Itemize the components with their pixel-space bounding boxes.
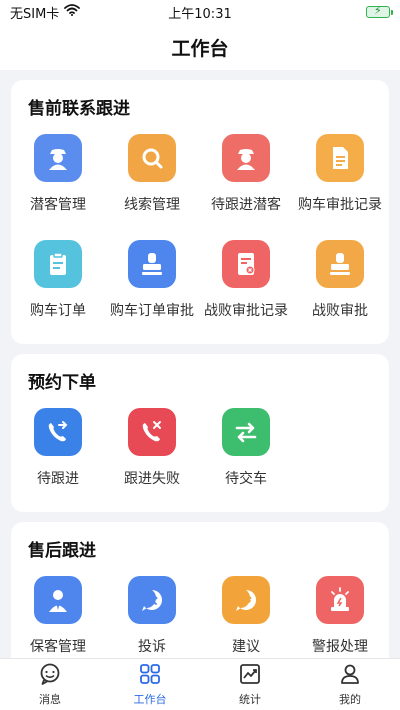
section-title: 售后跟进 bbox=[28, 541, 96, 561]
grid-item-purchase-order-approval[interactable]: 购车订单审批 bbox=[105, 240, 199, 330]
tab-messages[interactable]: 消息 bbox=[0, 659, 100, 710]
stamp-icon bbox=[316, 240, 364, 288]
grid-item-label: 购车审批记录 bbox=[298, 197, 382, 213]
grid-item-label: 投诉 bbox=[138, 639, 166, 655]
section-card-appointment: 预约下单 待跟进 跟进失败 待交车 bbox=[11, 354, 389, 512]
tab-mine[interactable]: 我的 bbox=[300, 659, 400, 710]
grid-item-label: 保客管理 bbox=[30, 639, 86, 655]
grid-item-defeat-approval[interactable]: 战败审批 bbox=[293, 240, 387, 330]
document-icon bbox=[316, 134, 364, 182]
user-hat-icon bbox=[222, 134, 270, 182]
frown-bubble-icon bbox=[128, 576, 176, 624]
grid-item-pending-delivery[interactable]: 待交车 bbox=[199, 408, 293, 498]
status-bar: 无SIM卡 上午10:31 ⚡ bbox=[0, 0, 400, 24]
status-right: ⚡ bbox=[250, 4, 393, 18]
clipboard-icon bbox=[34, 240, 82, 288]
section-card-presale: 售前联系跟进 潜客管理 线索管理 待跟进潜客 购车审批记录 购车订单 购车订单审… bbox=[11, 80, 389, 344]
trend-chart-icon bbox=[238, 662, 262, 691]
tab-label: 消息 bbox=[39, 693, 61, 706]
tab-statistics[interactable]: 统计 bbox=[200, 659, 300, 710]
person-icon bbox=[338, 662, 362, 691]
battery-charging-icon: ⚡ bbox=[366, 4, 393, 18]
page-title: 工作台 bbox=[171, 37, 229, 60]
section-card-aftersale: 售后跟进 保客管理 投诉 建议 警报处理 bbox=[11, 522, 389, 658]
tab-workbench[interactable]: 工作台 bbox=[100, 659, 200, 710]
chat-icon bbox=[38, 662, 62, 691]
grid-item-label: 待交车 bbox=[225, 471, 267, 487]
nav-bar: 工作台 bbox=[0, 24, 400, 70]
workbench-content[interactable]: 售前联系跟进 潜客管理 线索管理 待跟进潜客 购车审批记录 购车订单 购车订单审… bbox=[0, 70, 400, 658]
grid-item-pending-potential[interactable]: 待跟进潜客 bbox=[199, 134, 293, 224]
tab-label: 工作台 bbox=[133, 693, 167, 706]
grid-item-complaints[interactable]: 投诉 bbox=[105, 576, 199, 658]
user-hat-icon bbox=[34, 134, 82, 182]
grid-item-label: 战败审批记录 bbox=[204, 303, 288, 319]
status-left: 无SIM卡 bbox=[10, 3, 150, 22]
grid-item-label: 购车订单 bbox=[30, 303, 86, 319]
stamp-icon bbox=[128, 240, 176, 288]
tab-bar: 消息 工作台 统计 我的 bbox=[0, 658, 400, 710]
status-time: 上午10:31 bbox=[168, 6, 232, 22]
grid-item-label: 建议 bbox=[232, 639, 260, 655]
carrier-text: 无SIM卡 bbox=[10, 6, 60, 22]
grid-item-label: 待跟进 bbox=[37, 471, 79, 487]
grid-item-potential-customers[interactable]: 潜客管理 bbox=[11, 134, 105, 224]
phone-x-icon bbox=[128, 408, 176, 456]
grid-item-label: 待跟进潜客 bbox=[211, 197, 281, 213]
smile-bubble-icon bbox=[222, 576, 270, 624]
user-tie-icon bbox=[34, 576, 82, 624]
grid-item-label: 警报处理 bbox=[312, 639, 368, 655]
alarm-icon bbox=[316, 576, 364, 624]
grid-item-pending-followup[interactable]: 待跟进 bbox=[11, 408, 105, 498]
grid-item-label: 线索管理 bbox=[124, 197, 180, 213]
swap-arrows-icon bbox=[222, 408, 270, 456]
tab-label: 我的 bbox=[339, 693, 361, 706]
section-title: 预约下单 bbox=[28, 373, 96, 393]
grid-item-label: 跟进失败 bbox=[124, 471, 180, 487]
grid-item-leads[interactable]: 线索管理 bbox=[105, 134, 199, 224]
grid-item-purchase-approval-records[interactable]: 购车审批记录 bbox=[293, 134, 387, 224]
grid-item-retained-customers[interactable]: 保客管理 bbox=[11, 576, 105, 658]
grid-item-label: 战败审批 bbox=[312, 303, 368, 319]
phone-forward-icon bbox=[34, 408, 82, 456]
document-x-icon bbox=[222, 240, 270, 288]
grid-item-suggestions[interactable]: 建议 bbox=[199, 576, 293, 658]
section-title: 售前联系跟进 bbox=[28, 99, 130, 119]
grid-item-alarm-handling[interactable]: 警报处理 bbox=[293, 576, 387, 658]
grid-item-label: 购车订单审批 bbox=[110, 303, 194, 319]
grid-item-purchase-orders[interactable]: 购车订单 bbox=[11, 240, 105, 330]
magnifier-icon bbox=[128, 134, 176, 182]
grid-icon bbox=[138, 662, 162, 691]
tab-label: 统计 bbox=[239, 693, 261, 706]
grid-item-followup-failed[interactable]: 跟进失败 bbox=[105, 408, 199, 498]
grid-item-defeat-approval-records[interactable]: 战败审批记录 bbox=[199, 240, 293, 330]
wifi-icon bbox=[64, 4, 81, 20]
grid-item-label: 潜客管理 bbox=[30, 197, 86, 213]
